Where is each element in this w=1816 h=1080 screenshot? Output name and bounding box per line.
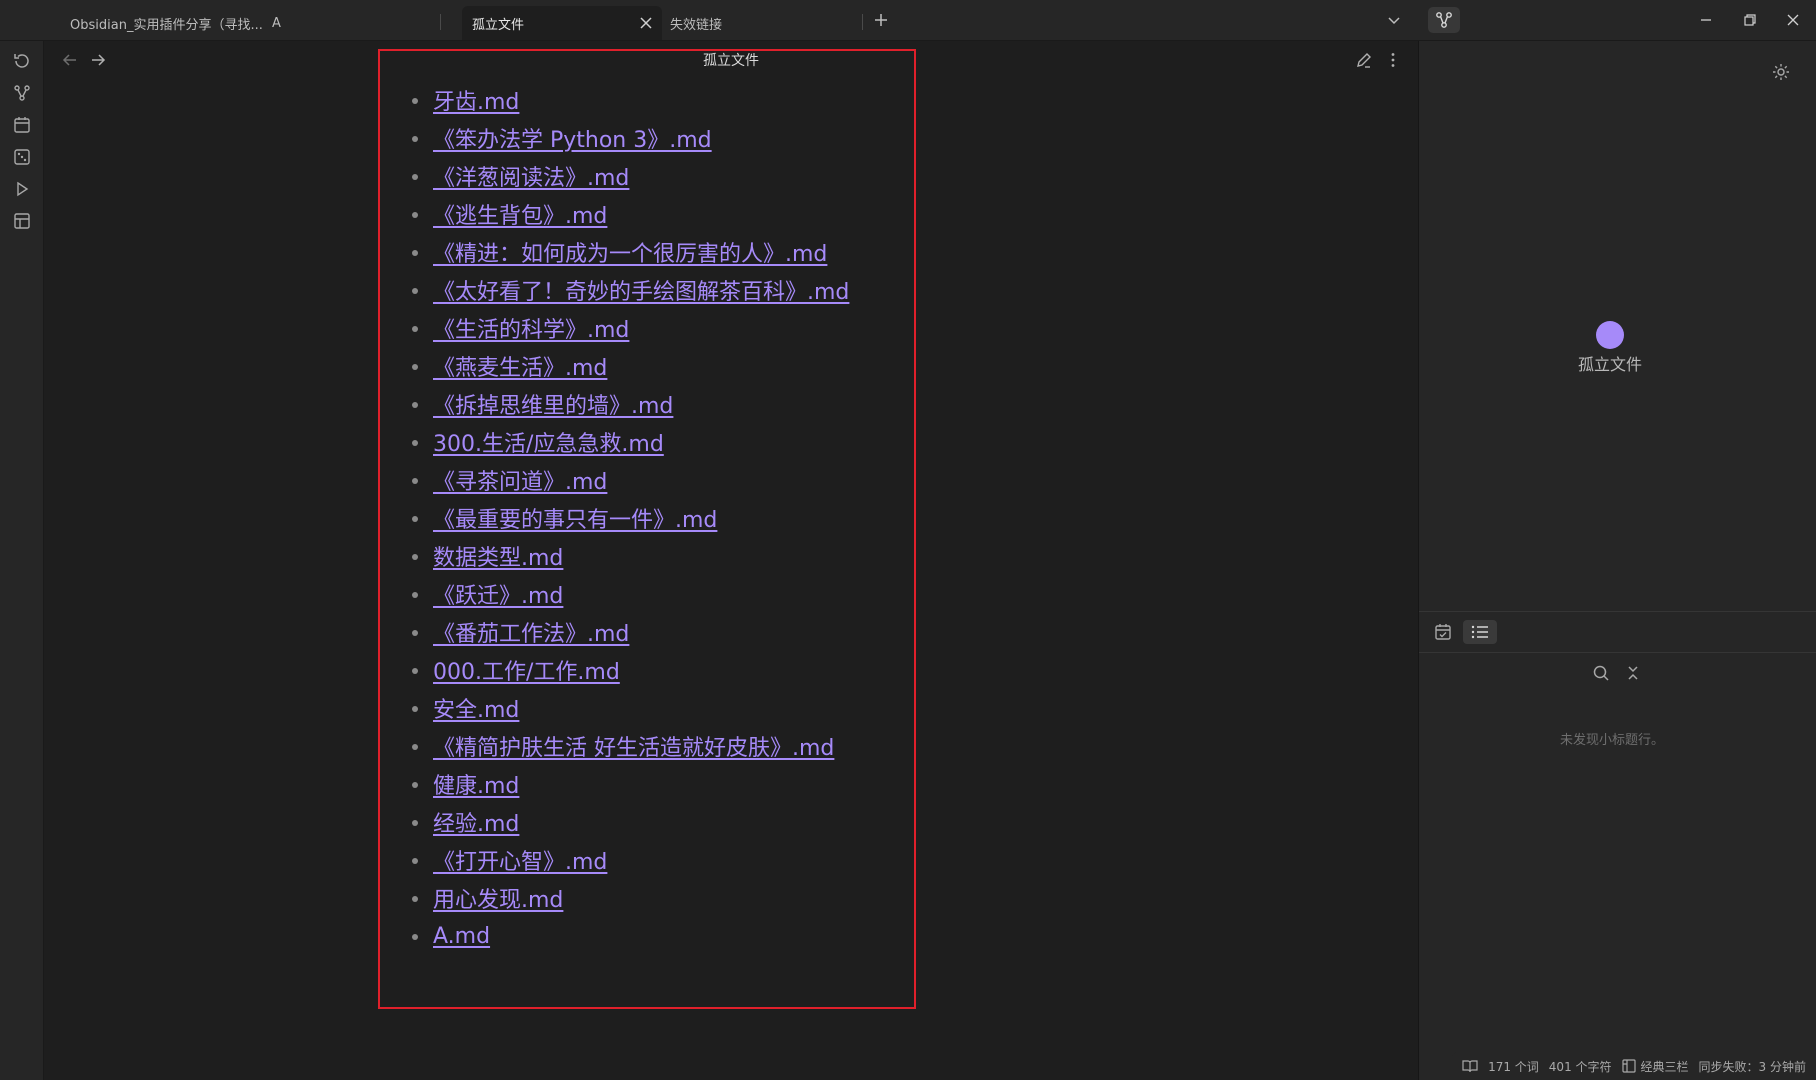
file-link[interactable]: 《洋葱阅读法》.md <box>433 160 629 192</box>
list-item: 《洋葱阅读法》.md <box>394 157 849 195</box>
minimize-icon[interactable] <box>1695 9 1717 31</box>
file-link[interactable]: 《跃迁》.md <box>433 578 563 610</box>
calendar-icon[interactable] <box>12 115 32 135</box>
outline-list-icon[interactable] <box>1463 620 1497 644</box>
file-link[interactable]: 《逃生背包》.md <box>433 198 607 230</box>
file-link[interactable]: 《精进：如何成为一个很厉害的人》.md <box>433 236 827 268</box>
file-link[interactable]: 300.生活/应急急救.md <box>433 426 664 458</box>
word-count: 171 个词 <box>1488 1059 1539 1074</box>
tab-label: 孤立文件 <box>472 17 525 33</box>
list-item: 《逃生背包》.md <box>394 195 849 233</box>
edit-icon[interactable] <box>1355 51 1373 69</box>
list-item: 用心发现.md <box>394 879 849 917</box>
file-link[interactable]: 《打开心智》.md <box>433 844 607 876</box>
list-item: 《生活的科学》.md <box>394 309 849 347</box>
tab-label: 失效链接 <box>670 17 723 33</box>
file-link[interactable]: 《寻茶问道》.md <box>433 464 607 496</box>
list-item: 《拆掉思维里的墙》.md <box>394 385 849 423</box>
list-item: A.md <box>394 917 849 955</box>
tab-separator <box>440 14 441 30</box>
list-item: 经验.md <box>394 803 849 841</box>
file-link[interactable]: 数据类型.md <box>433 540 563 572</box>
gear-icon[interactable] <box>1771 62 1791 82</box>
file-link[interactable]: A.md <box>433 924 490 949</box>
list-item: 《最重要的事只有一件》.md <box>394 499 849 537</box>
list-item: 300.生活/应急急救.md <box>394 423 849 461</box>
tab-obsidian-plugins[interactable]: Obsidian_实用插件分享（寻找... A <box>60 6 281 40</box>
restore-icon[interactable] <box>1739 9 1761 31</box>
search-icon[interactable] <box>1591 663 1611 683</box>
tab-suffix: A <box>272 15 281 31</box>
outline-empty-text: 未发现小标题行。 <box>1559 733 1664 748</box>
sync-status[interactable]: 同步失败：3 分钟前 <box>1699 1058 1806 1075</box>
list-item: 《精进：如何成为一个很厉害的人》.md <box>394 233 849 271</box>
collapse-icon[interactable] <box>1623 663 1643 683</box>
graph-node[interactable] <box>1596 321 1624 349</box>
title-bar: Obsidian_实用插件分享（寻找... A 孤立文件 失效链接 <box>0 0 1816 41</box>
file-link[interactable]: 《精简护肤生活 好生活造就好皮肤》.md <box>433 730 834 762</box>
file-link[interactable]: 《最重要的事只有一件》.md <box>433 502 717 534</box>
list-item: 000.工作/工作.md <box>394 651 849 689</box>
chevron-down-icon[interactable] <box>1383 9 1405 31</box>
tab-orphan-files[interactable]: 孤立文件 <box>462 6 662 40</box>
orphan-file-list: 牙齿.md 《笨办法学 Python 3》.md 《洋葱阅读法》.md 《逃生背… <box>394 81 849 955</box>
more-options-icon[interactable] <box>1384 51 1402 69</box>
file-link[interactable]: 经验.md <box>433 806 519 838</box>
list-item: 《燕麦生活》.md <box>394 347 849 385</box>
list-item: 数据类型.md <box>394 537 849 575</box>
list-item: 《跃迁》.md <box>394 575 849 613</box>
divider <box>1419 652 1816 653</box>
file-link[interactable]: 健康.md <box>433 768 519 800</box>
calendar-check-icon[interactable] <box>1433 622 1453 642</box>
tab-separator <box>862 14 863 30</box>
graph-view-icon[interactable] <box>12 83 32 103</box>
right-sidebar: 孤立文件 未发现小标题行。 <box>1418 41 1816 1080</box>
file-link[interactable]: 《燕麦生活》.md <box>433 350 607 382</box>
file-link[interactable]: 牙齿.md <box>433 84 519 116</box>
sidebar-tab-strip <box>1419 612 1816 652</box>
template-icon[interactable] <box>12 211 32 231</box>
list-item: 《精简护肤生活 好生活造就好皮肤》.md <box>394 727 849 765</box>
random-note-icon[interactable] <box>12 147 32 167</box>
close-window-icon[interactable] <box>1782 9 1804 31</box>
close-icon[interactable] <box>638 15 654 31</box>
list-item: 《打开心智》.md <box>394 841 849 879</box>
file-link[interactable]: 用心发现.md <box>433 882 563 914</box>
file-link[interactable]: 《笨办法学 Python 3》.md <box>433 122 712 154</box>
list-item: 健康.md <box>394 765 849 803</box>
list-item: 《太好看了！奇妙的手绘图解茶百科》.md <box>394 271 849 309</box>
file-link[interactable]: 《太好看了！奇妙的手绘图解茶百科》.md <box>433 274 849 306</box>
tab-label: Obsidian_实用插件分享（寻找... <box>70 17 263 33</box>
main-view: 孤立文件 牙齿.md 《笨办法学 Python 3》.md 《洋葱阅读法》.md… <box>44 41 1418 1080</box>
local-graph-panel[interactable]: 孤立文件 <box>1419 41 1816 611</box>
layout-switcher[interactable]: 经典三栏 <box>1621 1058 1689 1075</box>
file-link[interactable]: 《番茄工作法》.md <box>433 616 629 648</box>
list-item: 《番茄工作法》.md <box>394 613 849 651</box>
file-link[interactable]: 000.工作/工作.md <box>433 654 620 686</box>
list-item: 牙齿.md <box>394 81 849 119</box>
file-link[interactable]: 《生活的科学》.md <box>433 312 629 344</box>
graph-toggle-button[interactable] <box>1428 7 1460 33</box>
left-ribbon <box>0 41 44 1080</box>
graph-icon <box>1436 12 1452 28</box>
play-icon[interactable] <box>12 179 32 199</box>
new-tab-icon[interactable] <box>870 9 892 31</box>
file-link[interactable]: 《拆掉思维里的墙》.md <box>433 388 673 420</box>
reading-mode-icon[interactable] <box>1462 1059 1478 1073</box>
tab-broken-links[interactable]: 失效链接 <box>660 6 860 40</box>
list-item: 安全.md <box>394 689 849 727</box>
status-bar: 171 个词 401 个字符 经典三栏 同步失败：3 分钟前 <box>1452 1052 1816 1080</box>
refresh-icon[interactable] <box>12 51 32 71</box>
char-count: 401 个字符 <box>1548 1059 1612 1074</box>
list-item: 《寻茶问道》.md <box>394 461 849 499</box>
layout-icon <box>1621 1059 1636 1073</box>
file-link[interactable]: 安全.md <box>433 692 519 724</box>
layout-label: 经典三栏 <box>1640 1059 1689 1074</box>
list-item: 《笨办法学 Python 3》.md <box>394 119 849 157</box>
graph-node-label: 孤立文件 <box>1577 355 1642 374</box>
